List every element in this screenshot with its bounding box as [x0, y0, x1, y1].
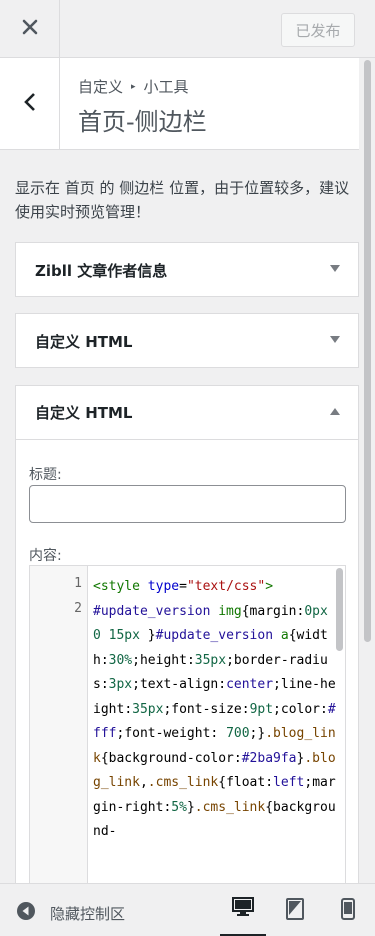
line-number: 2: [74, 601, 82, 616]
close-icon: [22, 19, 38, 39]
breadcrumb-parent: 自定义: [78, 78, 124, 96]
preview-tablet-button[interactable]: [272, 884, 318, 936]
caret-down-icon[interactable]: [330, 265, 340, 272]
section-header: 自定义 ▸ 小工具 首页-侧边栏: [0, 58, 359, 150]
code-editor[interactable]: 1 2 <style type="text/css"> #update_vers…: [29, 565, 346, 905]
editor-scrollbar[interactable]: [336, 568, 343, 651]
back-button[interactable]: [0, 58, 60, 150]
caret-down-icon[interactable]: [330, 336, 340, 343]
breadcrumb-separator: ▸: [131, 81, 136, 92]
widget-title: Zibll 文章作者信息: [35, 261, 168, 280]
line-number-gutter: 1 2: [30, 566, 88, 904]
collapse-icon: [16, 901, 36, 925]
desktop-icon: [232, 897, 254, 921]
widget-author-info[interactable]: Zibll 文章作者信息: [15, 242, 359, 297]
widget-custom-html-1[interactable]: 自定义 HTML: [15, 313, 359, 368]
content-label: 内容:: [29, 548, 62, 564]
widget-title: 自定义 HTML: [35, 332, 133, 351]
preview-desktop-button[interactable]: [220, 884, 266, 936]
code-content[interactable]: <style type="text/css"> #update_version …: [93, 575, 339, 845]
panel-scrollbar-thumb[interactable]: [364, 60, 371, 642]
breadcrumb: 自定义 ▸ 小工具: [78, 76, 189, 97]
widget-header[interactable]: Zibll 文章作者信息: [16, 243, 358, 297]
breadcrumb-current: 小工具: [143, 78, 189, 96]
caret-up-icon[interactable]: [330, 408, 340, 415]
mobile-icon: [341, 897, 355, 924]
widget-header[interactable]: 自定义 HTML: [16, 386, 358, 440]
widget-title: 自定义 HTML: [35, 404, 133, 422]
line-number: 1: [74, 576, 82, 591]
customizer-header: 已发布: [0, 0, 375, 58]
preview-mobile-button[interactable]: [325, 884, 371, 936]
widget-header[interactable]: 自定义 HTML: [16, 314, 358, 368]
hide-controls-label: 隐藏控制区: [50, 904, 126, 923]
hide-controls-button[interactable]: 隐藏控制区: [16, 901, 125, 925]
title-label: 标题:: [29, 467, 62, 483]
widget-custom-html-2[interactable]: 自定义 HTML 标题: 内容: 1 2 <style type="text/c…: [15, 385, 359, 905]
title-input[interactable]: [29, 485, 346, 523]
customizer-footer: 隐藏控制区: [0, 883, 375, 936]
chevron-left-icon: [23, 92, 37, 116]
panel-scrollbar[interactable]: [362, 58, 375, 883]
tablet-icon: [286, 897, 304, 924]
panel-title: 首页-侧边栏: [78, 108, 207, 136]
sidebar-description: 显示在 首页 的 侧边栏 位置，由于位置较多，建议使用实时预览管理！: [15, 179, 350, 221]
published-button[interactable]: 已发布: [281, 13, 355, 47]
close-button[interactable]: [0, 0, 60, 58]
